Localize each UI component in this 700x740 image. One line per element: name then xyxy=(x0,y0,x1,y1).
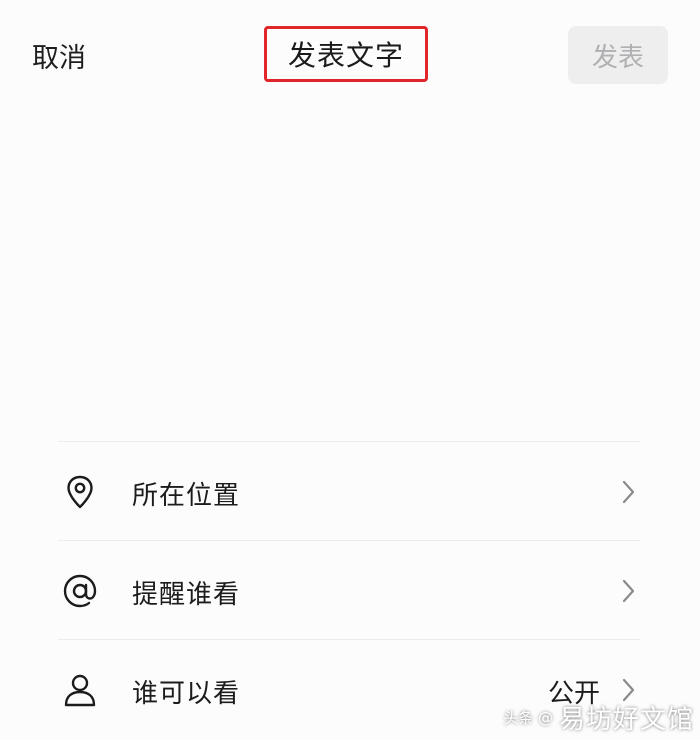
top-bar: 取消 发表文字 发表 xyxy=(0,0,700,110)
chevron-right-icon xyxy=(622,579,635,603)
option-label: 提醒谁看 xyxy=(132,580,241,610)
location-pin-icon xyxy=(62,474,98,510)
watermark-source: 头条 @ xyxy=(503,709,553,727)
option-label: 谁可以看 xyxy=(132,679,241,709)
page-title: 发表文字 xyxy=(287,39,404,72)
at-sign-icon xyxy=(62,573,98,609)
option-row-location[interactable]: 所在位置 xyxy=(0,442,700,540)
person-icon xyxy=(62,672,98,708)
watermark-author: 易坊好文馆 xyxy=(558,705,694,735)
chevron-right-icon xyxy=(622,480,635,504)
cancel-button[interactable]: 取消 xyxy=(32,36,86,75)
publish-button[interactable]: 发表 xyxy=(568,26,668,84)
title-highlight-box: 发表文字 xyxy=(264,26,428,82)
text-composer[interactable] xyxy=(32,110,668,435)
watermark: 头条 @ 易坊好文馆 xyxy=(503,699,694,736)
option-label: 所在位置 xyxy=(132,481,241,511)
option-row-mention[interactable]: 提醒谁看 xyxy=(0,541,700,639)
post-options-list: 所在位置 提醒谁看 谁可以看 公开 xyxy=(0,441,700,738)
